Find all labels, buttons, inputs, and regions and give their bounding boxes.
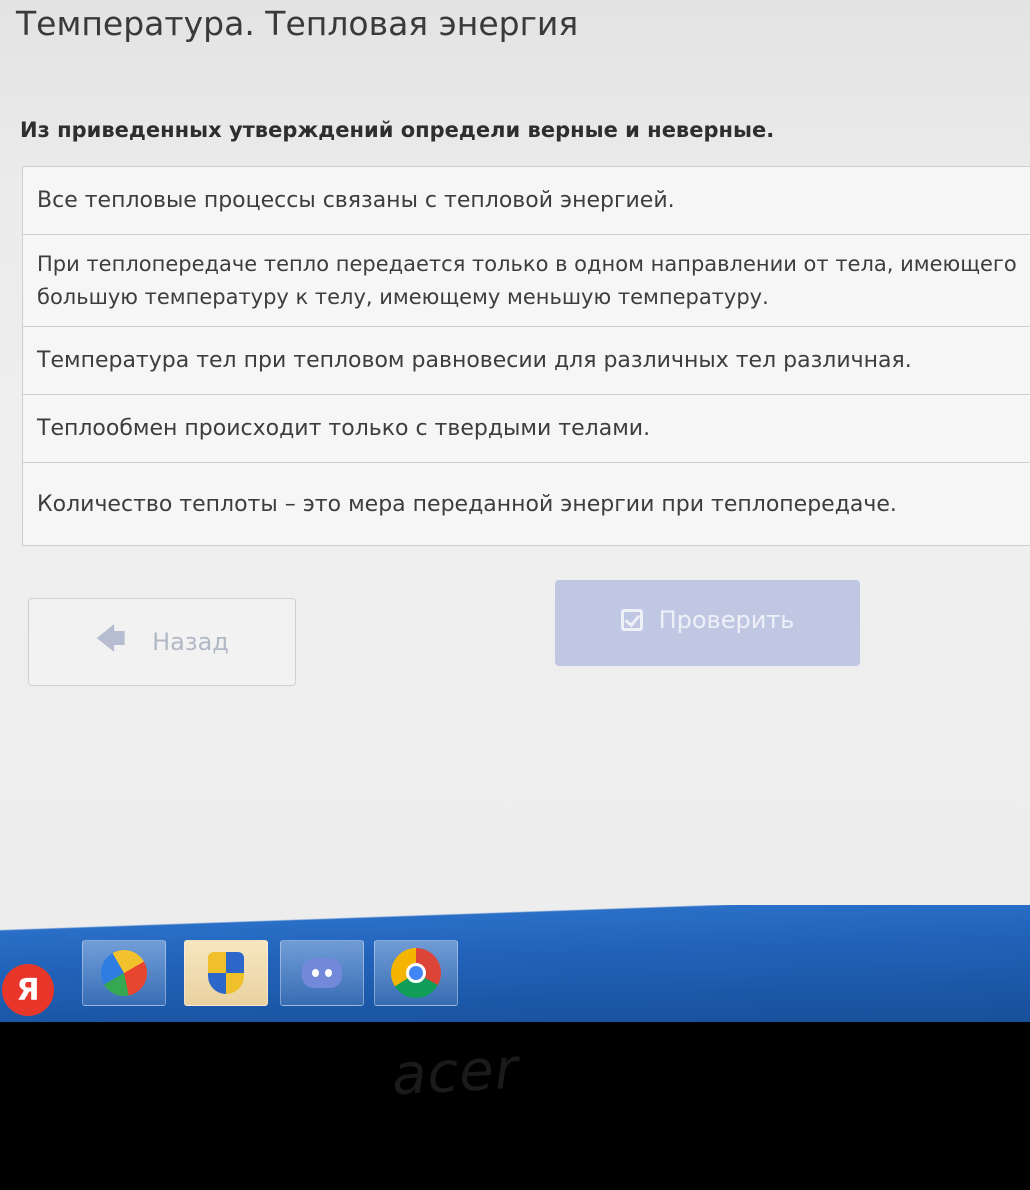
statement-list: Все тепловые процессы связаны с тепловой… [22,166,1030,546]
check-button[interactable]: Проверить [555,580,860,666]
yandex-icon-letter: Я [16,972,40,1008]
question-text: Из приведенных утверждений определи верн… [20,118,775,142]
statement-text: Все тепловые процессы связаны с тепловой… [37,188,675,213]
bezel-brand-logo: acer [390,1036,521,1109]
check-button-label: Проверить [658,606,795,634]
arrow-left-icon: 🡄 [95,621,127,657]
statement-item[interactable]: Количество теплоты – это мера переданной… [23,463,1030,545]
statement-item[interactable]: Все тепловые процессы связаны с тепловой… [23,167,1030,235]
back-button-label: Назад [152,628,229,656]
statement-item[interactable]: При теплопередаче тепло передается тольк… [23,235,1030,327]
yandex-browser-icon [92,941,156,1005]
statement-text: Температура тел при тепловом равновесии … [37,348,912,373]
lesson-title: Температура. Тепловая энергия [16,4,579,43]
statement-text: Теплообмен происходит только с твердыми … [37,416,651,441]
statement-text: При теплопередаче тепло передается тольк… [37,251,1017,309]
taskbar-app-yandex-browser[interactable] [82,940,166,1006]
statement-text: Количество теплоты – это мера переданной… [37,491,897,517]
taskbar-app-security[interactable] [184,940,268,1006]
statement-item[interactable]: Температура тел при тепловом равновесии … [23,327,1030,395]
checkbox-icon [620,609,643,631]
screen: Температура. Тепловая энергия Из приведе… [0,0,1030,1022]
discord-icon [302,958,342,988]
yandex-icon[interactable]: Я [2,964,54,1016]
windows-shield-icon [208,952,244,994]
back-button[interactable]: 🡄 Назад [28,598,296,686]
taskbar-app-chrome[interactable] [374,940,458,1006]
statement-item[interactable]: Теплообмен происходит только с твердыми … [23,395,1030,463]
chrome-icon [391,948,441,998]
taskbar-app-discord[interactable] [280,940,364,1006]
